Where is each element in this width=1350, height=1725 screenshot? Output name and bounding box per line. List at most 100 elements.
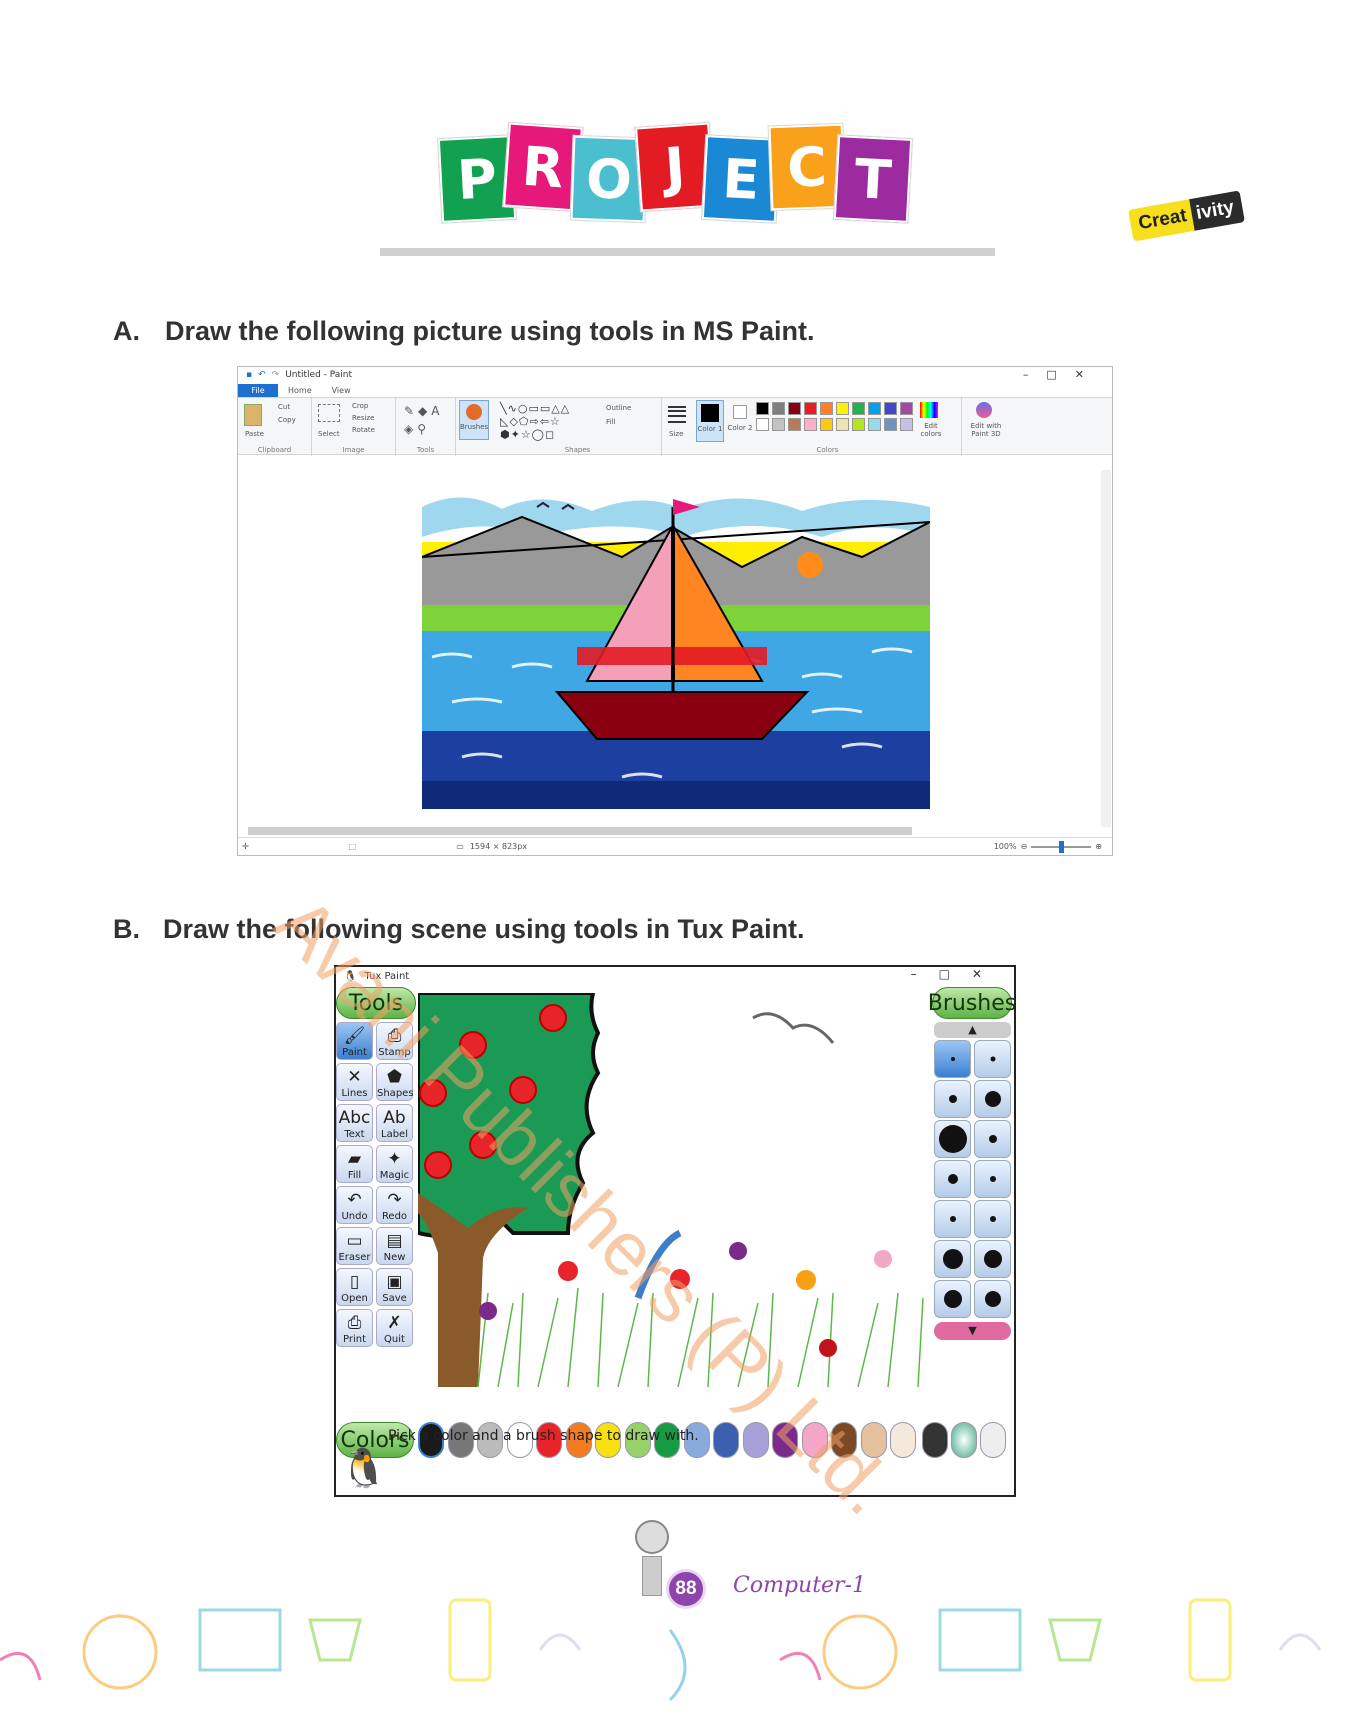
palette-swatch[interactable] — [884, 402, 897, 415]
copy-button[interactable]: Copy — [278, 416, 296, 424]
palette-swatch[interactable] — [900, 402, 913, 415]
palette-swatch[interactable] — [884, 418, 897, 431]
paint-canvas-area[interactable] — [239, 470, 1100, 827]
brush-option[interactable] — [974, 1080, 1011, 1118]
tool-paint[interactable]: 🖌 Paint — [336, 1022, 373, 1060]
brush-option[interactable] — [974, 1200, 1011, 1238]
palette-swatch[interactable] — [900, 418, 913, 431]
palette-swatch[interactable] — [804, 418, 817, 431]
tool-open[interactable]: ▯ Open — [336, 1268, 373, 1306]
cut-button[interactable]: Cut — [278, 403, 290, 411]
palette-swatch[interactable] — [820, 402, 833, 415]
eraser-icon[interactable]: ◈⚲ — [404, 422, 430, 436]
brush-option[interactable] — [974, 1040, 1011, 1078]
color-swatch[interactable] — [890, 1422, 916, 1458]
tool-lines[interactable]: ✕ Lines — [336, 1063, 373, 1101]
color-swatch[interactable] — [742, 1422, 769, 1458]
tool-print[interactable]: ⎙ Print — [336, 1309, 373, 1347]
palette-swatch[interactable] — [868, 418, 881, 431]
palette-swatch[interactable] — [852, 402, 865, 415]
palette-swatch[interactable] — [756, 402, 769, 415]
brush-scroll-up[interactable]: ▲ — [934, 1022, 1011, 1038]
brushes-button[interactable]: Brushes — [459, 400, 489, 440]
palette-swatch[interactable] — [788, 402, 801, 415]
edit-paint3d-button[interactable]: Edit with Paint 3D — [964, 422, 1008, 438]
save-icon[interactable]: ▪ — [246, 370, 252, 380]
redo-icon[interactable]: ↷ — [272, 370, 280, 380]
tool-text[interactable]: Abc Text — [336, 1104, 373, 1142]
color-picker-icon[interactable] — [922, 1422, 948, 1458]
tab-view[interactable]: View — [322, 385, 361, 396]
rotate-button[interactable]: Rotate — [352, 426, 375, 434]
shapes-gallery[interactable]: ╲∿○▭▭△△ ◺◇⬠⇨⇦☆ ⬢✦☆◯◻ — [500, 402, 570, 441]
tool-label[interactable]: Ab Label — [376, 1104, 413, 1142]
palette-swatch[interactable] — [868, 402, 881, 415]
select-button[interactable]: Select — [318, 430, 340, 438]
horizontal-scrollbar[interactable] — [248, 827, 912, 835]
crop-button[interactable]: Crop — [352, 402, 368, 410]
palette-swatch[interactable] — [772, 418, 785, 431]
zoom-out-icon[interactable]: ⊖ — [1021, 842, 1028, 851]
brush-option[interactable] — [934, 1160, 971, 1198]
color-swatch[interactable] — [713, 1422, 739, 1458]
tool-fill[interactable]: ▰ Fill — [336, 1145, 373, 1183]
color-swatch[interactable] — [801, 1422, 828, 1458]
brush-option[interactable] — [934, 1280, 971, 1318]
tool-eraser[interactable]: ▭ Eraser — [336, 1227, 373, 1265]
tool-quit[interactable]: ✗ Quit — [376, 1309, 413, 1347]
paste-button[interactable]: Paste — [245, 430, 264, 438]
palette-swatch[interactable] — [756, 418, 769, 431]
brush-option[interactable] — [934, 1240, 971, 1278]
tab-file[interactable]: File — [238, 383, 278, 397]
color1-button[interactable]: Color 1 — [696, 400, 724, 442]
tool-undo[interactable]: ↶ Undo — [336, 1186, 373, 1224]
tool-redo[interactable]: ↷ Redo — [376, 1186, 413, 1224]
brush-option[interactable] — [974, 1240, 1011, 1278]
palette-icon[interactable] — [980, 1422, 1006, 1458]
tab-home[interactable]: Home — [278, 385, 322, 396]
color-mixer-icon[interactable] — [951, 1422, 977, 1458]
brush-option[interactable] — [934, 1040, 971, 1078]
brush-option[interactable] — [934, 1120, 971, 1158]
color-swatch[interactable] — [772, 1422, 798, 1458]
brush-option[interactable] — [974, 1160, 1011, 1198]
brush-option[interactable] — [974, 1280, 1011, 1318]
tux-canvas[interactable] — [418, 993, 928, 1387]
size-label: Size — [669, 430, 684, 438]
fill-button[interactable]: Fill — [606, 418, 615, 426]
brush-scroll-down[interactable]: ▼ — [934, 1322, 1011, 1340]
palette-swatch[interactable] — [788, 418, 801, 431]
palette-swatch[interactable] — [836, 402, 849, 415]
zoom-in-icon[interactable]: ⊕ — [1095, 842, 1102, 851]
vertical-scrollbar[interactable] — [1101, 470, 1111, 827]
tool-save[interactable]: ▣ Save — [376, 1268, 413, 1306]
color-swatch[interactable] — [831, 1422, 857, 1458]
tool-stamp[interactable]: ⎙ Stamp — [376, 1022, 413, 1060]
select-icon[interactable] — [318, 404, 340, 422]
color2-button[interactable]: Color 2 — [726, 400, 754, 442]
brush-option[interactable] — [974, 1120, 1011, 1158]
paint3d-icon[interactable] — [976, 402, 992, 418]
tool-magic[interactable]: ✦ Magic — [376, 1145, 413, 1183]
edit-colors-button[interactable]: Edit colors — [916, 422, 946, 438]
window-controls[interactable]: –□✕ — [911, 967, 1004, 981]
brush-option[interactable] — [934, 1200, 971, 1238]
paste-icon[interactable] — [244, 404, 262, 426]
palette-swatch[interactable] — [820, 418, 833, 431]
resize-button[interactable]: Resize — [352, 414, 374, 422]
palette-swatch[interactable] — [836, 418, 849, 431]
size-icon[interactable] — [668, 406, 686, 408]
window-controls[interactable]: –□✕ — [1023, 368, 1102, 381]
palette-swatch[interactable] — [772, 402, 785, 415]
undo-icon[interactable]: ↶ — [258, 370, 266, 380]
tool-new[interactable]: ▤ New — [376, 1227, 413, 1265]
zoom-slider[interactable] — [1031, 840, 1092, 853]
pencil-icon[interactable]: ✎◆A — [404, 404, 444, 418]
palette-swatch[interactable] — [804, 402, 817, 415]
edit-colors-icon[interactable] — [920, 402, 938, 418]
color-swatch[interactable] — [860, 1422, 887, 1458]
palette-swatch[interactable] — [852, 418, 865, 431]
brush-option[interactable] — [934, 1080, 971, 1118]
tool-shapes[interactable]: ⬟ Shapes — [376, 1063, 414, 1101]
outline-button[interactable]: Outline — [606, 404, 631, 412]
